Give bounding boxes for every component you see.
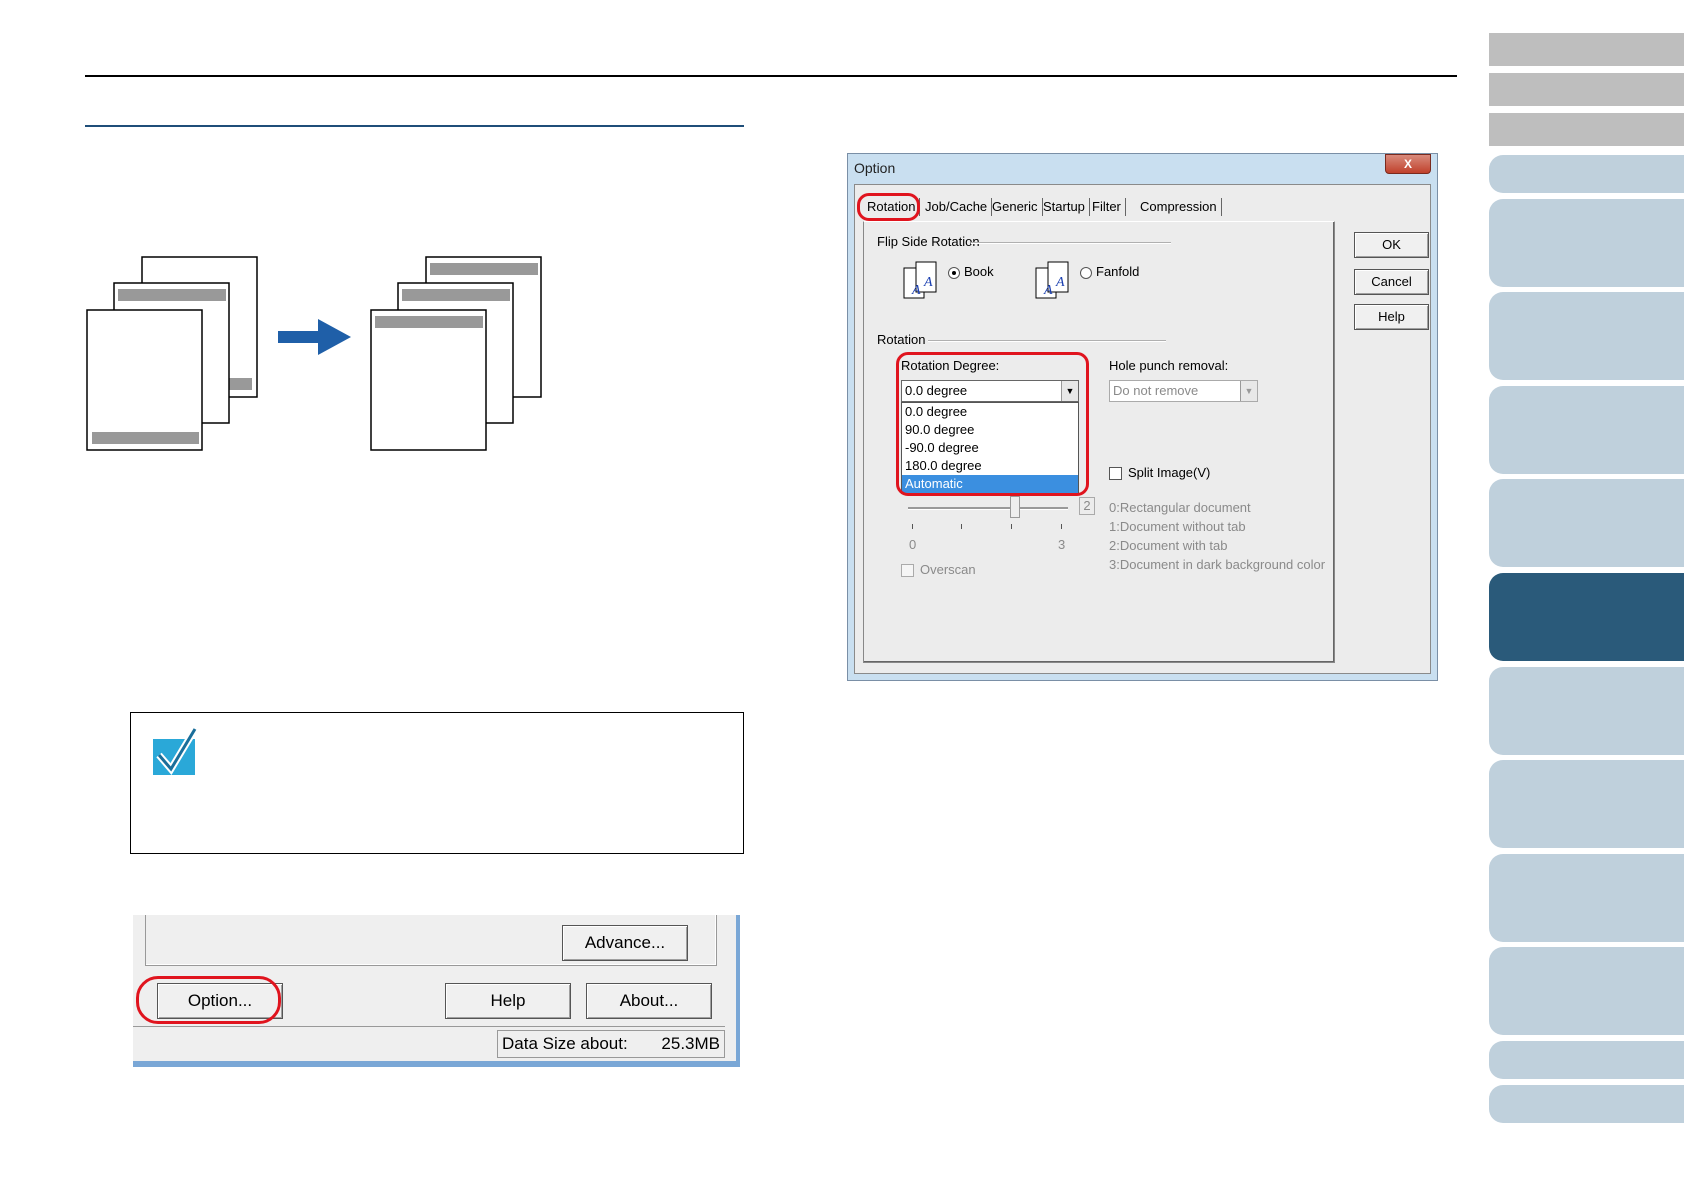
rotation-degree-highlight-ring (896, 352, 1089, 496)
slider-tick (961, 524, 962, 529)
book-label: Book (964, 264, 994, 279)
driver-window-crop: Advance... Option... Help About... Data … (133, 915, 740, 1067)
flip-side-group-label: Flip Side Rotation (877, 234, 980, 249)
rotation-tab-highlight-ring (857, 193, 920, 221)
advance-button[interactable]: Advance... (562, 925, 688, 961)
dialog-body: Rotation Job/Cache Generic Startup Filte… (854, 184, 1431, 674)
doc-type-0: 0:Rectangular document (1109, 500, 1251, 515)
nav-tab-chapter-1[interactable] (1489, 155, 1684, 193)
split-image-label: Split Image(V) (1128, 465, 1211, 480)
document-type-list: 0:Rectangular document 1:Document withou… (1109, 498, 1325, 574)
chevron-down-icon[interactable]: ▼ (1240, 381, 1257, 401)
svg-text:A: A (923, 275, 933, 290)
slider-max-label: 3 (1058, 537, 1066, 552)
fanfold-icon: A A (1035, 261, 1069, 299)
nav-tab-chapter-8[interactable] (1489, 760, 1684, 848)
page-front-1 (370, 309, 487, 451)
nav-tab-chapter-7[interactable] (1489, 667, 1684, 755)
about-button[interactable]: About... (586, 983, 712, 1019)
hole-punch-value: Do not remove (1113, 383, 1199, 398)
status-panel: Data Size about: 25.3MB (497, 1030, 725, 1058)
page-back-1 (86, 309, 203, 451)
tab-startup[interactable]: Startup (1039, 198, 1090, 216)
split-image-checkbox[interactable] (1109, 467, 1122, 480)
right-arrow-icon (278, 319, 351, 355)
help-button[interactable]: Help (445, 983, 571, 1019)
doc-type-1: 1:Document without tab (1109, 519, 1246, 534)
window-bottom-border (133, 1061, 740, 1067)
data-size-label: Data Size about: (502, 1034, 628, 1053)
svg-text:A: A (1043, 283, 1053, 298)
help-button[interactable]: Help (1354, 304, 1429, 330)
slider-tick (912, 524, 913, 529)
nav-tab-chapter-5[interactable] (1489, 479, 1684, 567)
rotation-illustration (86, 256, 542, 451)
nav-tab-appendix[interactable] (1489, 1041, 1684, 1079)
data-size-value: 25.3MB (661, 1034, 720, 1053)
tab-job-cache[interactable]: Job/Cache (921, 198, 993, 216)
overscan-checkbox[interactable] (901, 564, 914, 577)
flip-side-group-line (971, 242, 1171, 244)
cancel-button[interactable]: Cancel (1354, 269, 1429, 295)
detection-slider-track (908, 507, 1068, 510)
book-icon: A A (903, 261, 937, 299)
nav-tab-chapter-4[interactable] (1489, 386, 1684, 474)
status-divider (133, 1026, 725, 1027)
detection-slider-thumb[interactable] (1010, 496, 1020, 518)
svg-text:A: A (911, 283, 921, 298)
slider-value-box: 2 (1079, 497, 1095, 515)
nav-tab-top-3[interactable] (1489, 113, 1684, 146)
rotation-group-label: Rotation (877, 332, 926, 347)
doc-type-2: 2:Document with tab (1109, 538, 1228, 553)
ok-button[interactable]: OK (1354, 232, 1429, 258)
tab-compression[interactable]: Compression (1136, 198, 1222, 216)
section-rule (85, 125, 744, 127)
slider-tick (1061, 524, 1062, 529)
nav-tab-chapter-2[interactable] (1489, 199, 1684, 287)
dialog-title: Option (854, 160, 896, 176)
rotation-group-line (928, 340, 1166, 342)
nav-tab-chapter-3[interactable] (1489, 292, 1684, 380)
slider-tick (1011, 524, 1012, 529)
slider-min-label: 0 (909, 537, 917, 552)
book-radio[interactable] (948, 267, 960, 279)
rotation-tab-panel: Flip Side Rotation A A Book A A Fanfold (863, 221, 1335, 663)
nav-tab-top-2[interactable] (1489, 73, 1684, 106)
tab-filter[interactable]: Filter (1088, 198, 1126, 216)
option-highlight-ring (136, 976, 281, 1024)
nav-tab-chapter-10[interactable] (1489, 947, 1684, 1035)
option-dialog: Option X Rotation Job/Cache Generic Star… (847, 153, 1438, 681)
svg-text:A: A (1055, 275, 1065, 290)
page-header-rule (85, 75, 1457, 77)
tab-generic[interactable]: Generic (988, 198, 1043, 216)
hole-punch-label: Hole punch removal: (1109, 358, 1229, 373)
nav-tab-index[interactable] (1489, 1085, 1684, 1123)
hole-punch-select[interactable]: Do not remove ▼ (1109, 380, 1258, 402)
nav-tab-chapter-9[interactable] (1489, 854, 1684, 942)
doc-type-3: 3:Document in dark background color (1109, 557, 1326, 572)
checkmark-hint-icon (153, 727, 199, 775)
fanfold-radio[interactable] (1080, 267, 1092, 279)
window-right-border (736, 915, 740, 1067)
hint-box (130, 712, 744, 854)
close-button[interactable]: X (1385, 154, 1431, 174)
nav-tab-top-1[interactable] (1489, 33, 1684, 66)
fanfold-label: Fanfold (1096, 264, 1140, 279)
nav-tab-chapter-6-active[interactable] (1489, 573, 1684, 661)
overscan-label: Overscan (920, 562, 976, 577)
